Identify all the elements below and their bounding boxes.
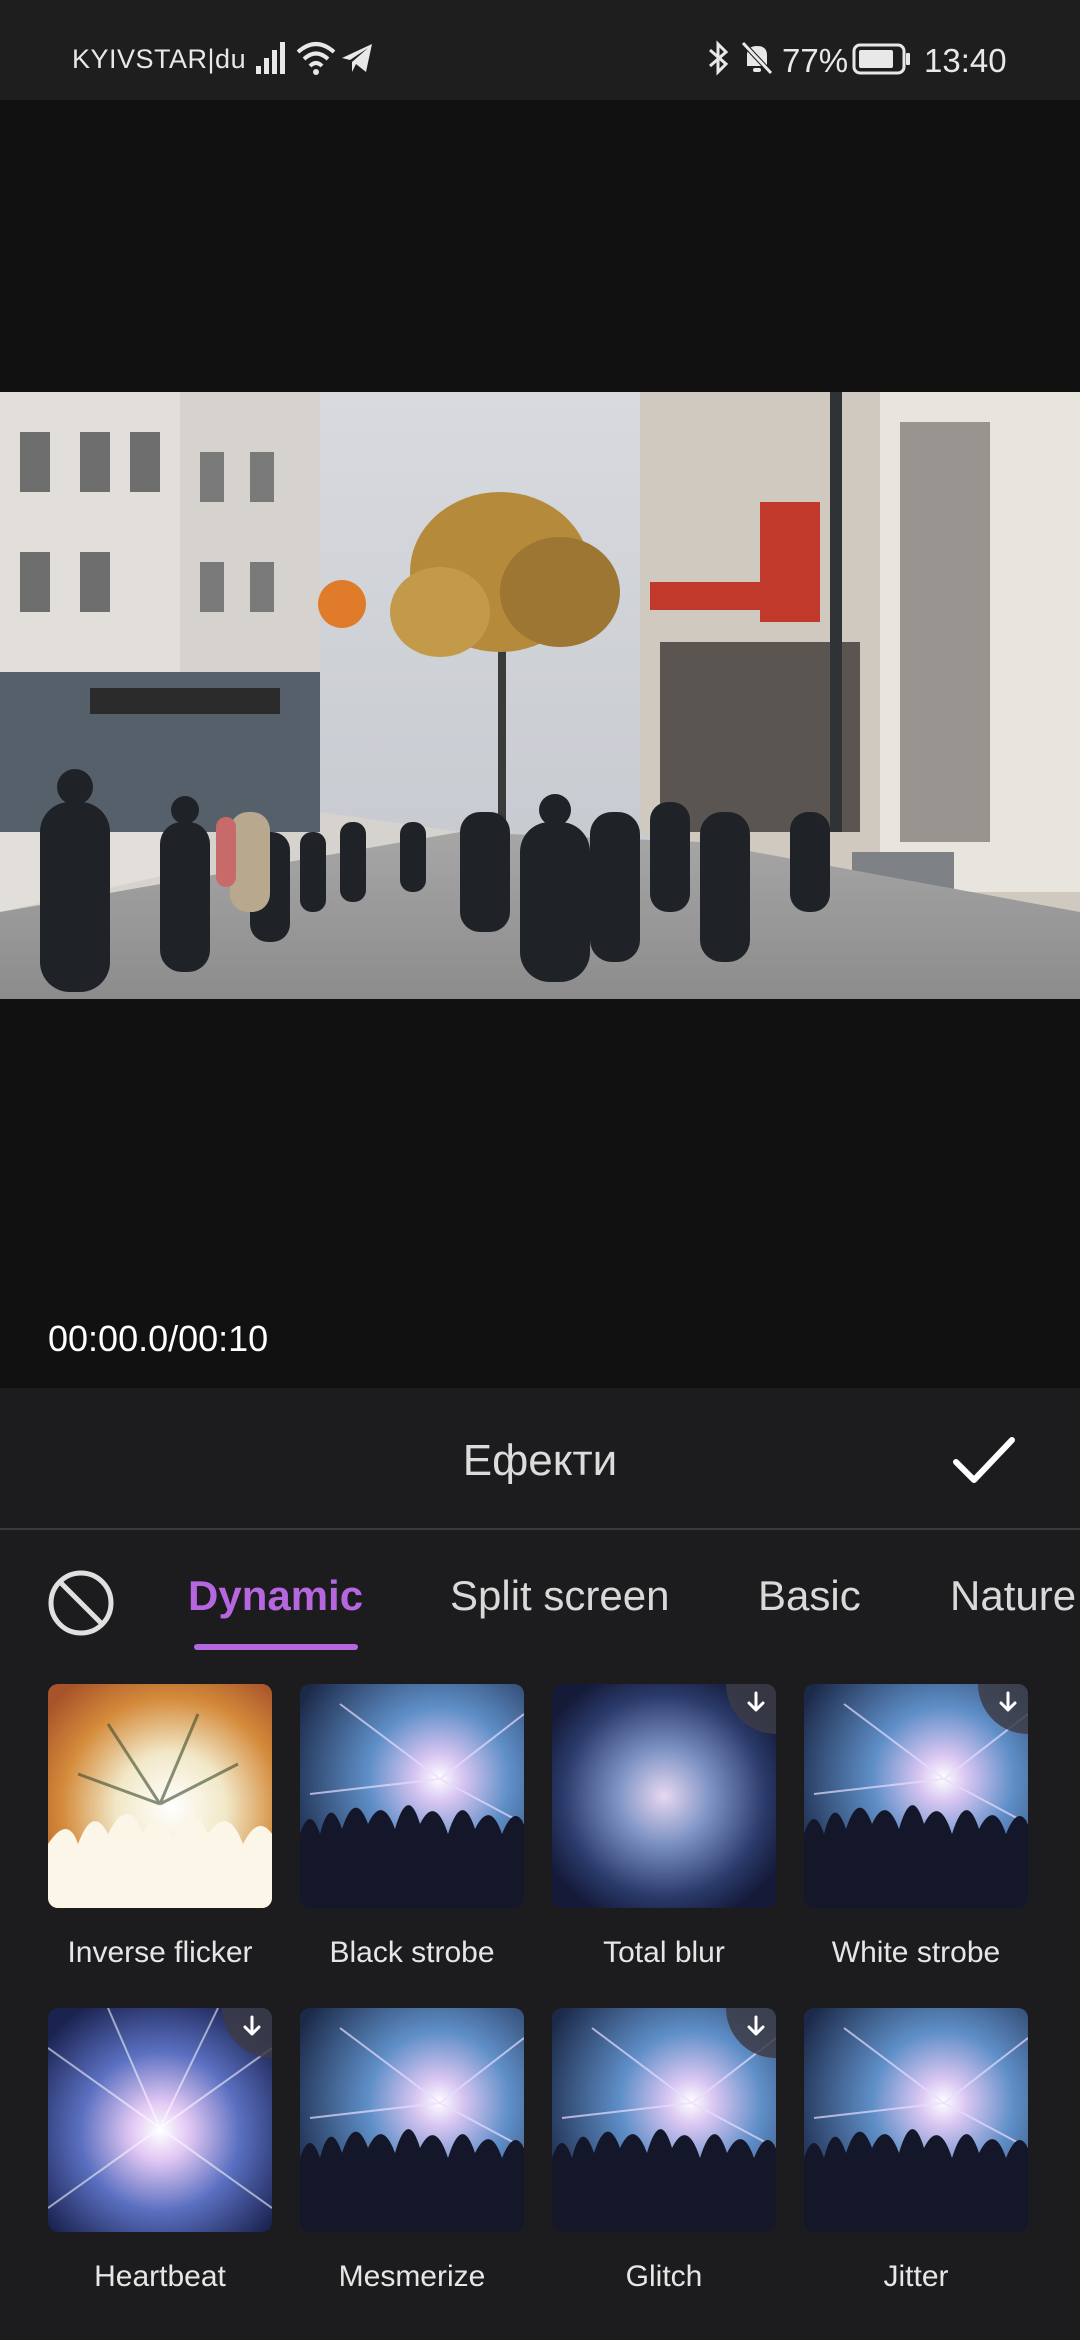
- effect-thumbnail[interactable]: [48, 2008, 272, 2232]
- effect-thumbnail[interactable]: [804, 2008, 1028, 2232]
- mute-bell-icon: [741, 41, 773, 75]
- effect-label: Jitter: [883, 2260, 949, 2293]
- effect-thumbnail[interactable]: [804, 1684, 1028, 1908]
- battery-percent: 77%: [782, 42, 849, 79]
- clock: 13:40: [924, 42, 1007, 79]
- panel-title: Ефекти: [462, 1436, 618, 1485]
- tab-dynamic[interactable]: Dynamic: [188, 1572, 363, 1620]
- effect-thumbnail[interactable]: [552, 2008, 776, 2232]
- tab-nature[interactable]: Nature: [950, 1572, 1076, 1620]
- status-bar: KYIVSTAR|du 77% 13:40: [0, 0, 1080, 100]
- effect-label: Inverse flicker: [67, 1936, 253, 1969]
- category-tabs: Dynamic Split screen Basic Nature: [0, 1532, 1080, 1652]
- effect-label: Heartbeat: [94, 2260, 226, 2293]
- active-tab-indicator: [194, 1644, 358, 1650]
- effect-label: Black strobe: [329, 1936, 495, 1969]
- checkmark-icon[interactable]: [952, 1432, 1016, 1488]
- video-frame[interactable]: [0, 392, 1080, 999]
- street-scene-image: [0, 392, 1080, 999]
- effect-label: Mesmerize: [338, 2260, 486, 2293]
- signal-icon: [256, 42, 285, 74]
- carrier-name: KYIVSTAR|du: [72, 44, 247, 74]
- no-effect-icon[interactable]: [46, 1568, 116, 1638]
- effect-thumbnail[interactable]: [300, 1684, 524, 1908]
- effect-thumbnail[interactable]: [300, 2008, 524, 2232]
- effects-panel: Ефекти Dynamic Split screen Basic Nature: [0, 1388, 1080, 2340]
- effect-thumbnail[interactable]: [552, 1684, 776, 1908]
- tab-basic[interactable]: Basic: [758, 1572, 861, 1620]
- effect-label: Glitch: [625, 2260, 703, 2293]
- effect-label: White strobe: [831, 1936, 1001, 1969]
- battery-icon: [852, 43, 910, 75]
- bluetooth-icon: [709, 40, 729, 76]
- video-preview: 00:00.0/00:10: [0, 100, 1080, 1469]
- effect-thumbnail[interactable]: [48, 1684, 272, 1908]
- effect-label: Total blur: [603, 1936, 725, 1969]
- wifi-icon: [296, 42, 336, 75]
- panel-header: Ефекти: [0, 1388, 1080, 1530]
- playback-timecode: 00:00.0/00:10: [48, 1318, 269, 1359]
- tab-split-screen[interactable]: Split screen: [450, 1572, 669, 1620]
- telegram-icon: [342, 44, 372, 72]
